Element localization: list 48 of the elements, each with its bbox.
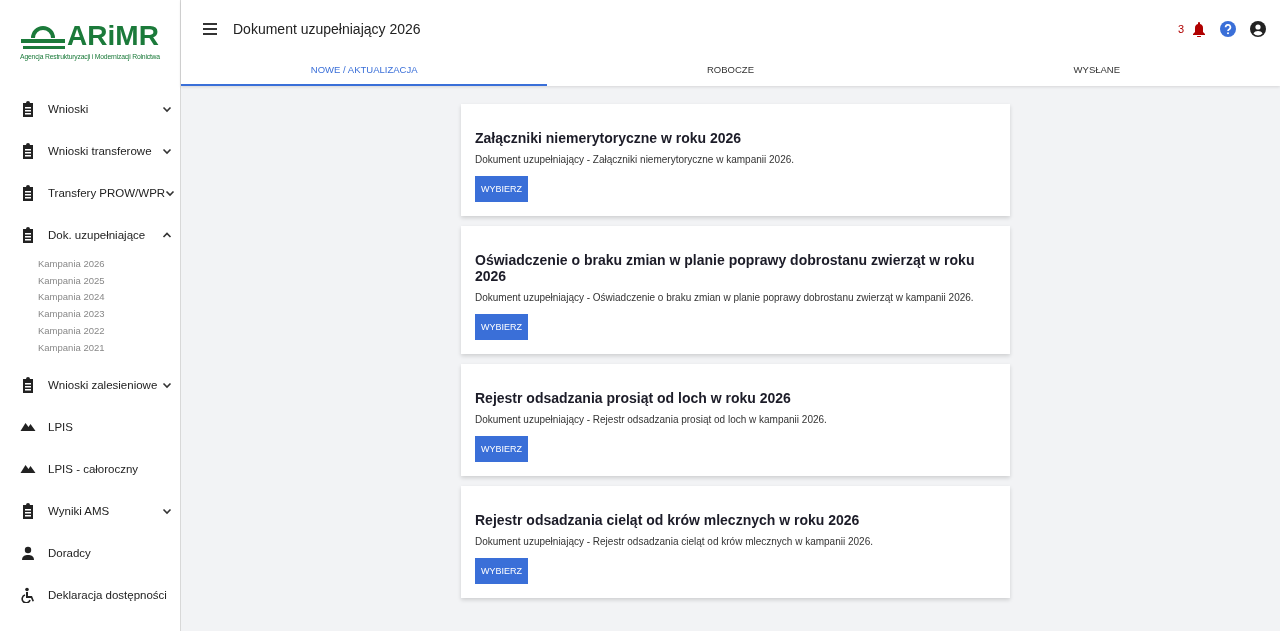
sidebar-item[interactable]: Wyniki AMS <box>0 490 180 533</box>
select-button[interactable]: WYBIERZ <box>475 314 528 340</box>
sidebar-item[interactable]: Wnioski transferowe <box>0 130 180 172</box>
sidebar-item[interactable]: Wnioski zalesieniowe <box>0 364 180 407</box>
notification-count: 3 <box>1177 23 1184 35</box>
select-button[interactable]: WYBIERZ <box>475 558 528 584</box>
mountain-icon <box>20 465 36 474</box>
clipboard-icon <box>20 227 36 243</box>
card-description: Dokument uzupełniający - Oświadczenie o braku zmian w planie poprawy dobrostanu zwierząt w kampanii 2026. <box>475 292 975 304</box>
account-icon[interactable] <box>1250 21 1266 37</box>
person-icon <box>20 545 36 562</box>
sidebar-subitem[interactable]: Kampania 2026 <box>38 256 180 273</box>
bell-icon[interactable] <box>1192 21 1206 37</box>
sidebar-item[interactable]: Wnioski <box>0 88 180 130</box>
wheelchair-icon <box>20 587 36 604</box>
clipboard-icon <box>20 185 36 201</box>
clipboard-icon <box>20 143 36 159</box>
card-title: Załączniki niemerytoryczne w roku 2026 <box>475 130 743 146</box>
sidebar-item[interactable]: LPIS <box>0 406 180 449</box>
sidebar-item[interactable]: Deklaracja dostępności <box>0 574 180 617</box>
card-description: Dokument uzupełniający - Rejestr odsadzania cieląt od krów mlecznych w kampanii 2026. <box>475 536 874 548</box>
clipboard-icon <box>20 503 36 520</box>
logo-text: ARiMR <box>67 22 159 50</box>
card-title: Rejestr odsadzania prosiąt od loch w roku 2026 <box>475 390 792 406</box>
clipboard-icon <box>20 101 36 117</box>
card-description: Dokument uzupełniający - Załączniki niemerytoryczne w kampanii 2026. <box>475 154 796 166</box>
sidebar-subitem[interactable]: Kampania 2021 <box>38 339 180 357</box>
sidebar-subitem[interactable]: Kampania 2024 <box>38 289 180 307</box>
select-button[interactable]: WYBIERZ <box>475 436 528 462</box>
sidebar-subitem[interactable]: Kampania 2022 <box>38 322 180 340</box>
menu-icon[interactable] <box>203 23 217 35</box>
tab[interactable]: WYSŁANE <box>913 58 1280 86</box>
tab[interactable]: NOWE / AKTUALIZACJA <box>181 58 548 86</box>
sidebar-item[interactable]: Dok. uzupełniające <box>0 214 180 256</box>
page-title: Dokument uzupełniający 2026 <box>233 21 421 37</box>
help-icon[interactable] <box>1220 21 1236 37</box>
sidebar-subitem[interactable]: Kampania 2025 <box>38 272 180 290</box>
card-description: Dokument uzupełniający - Rejestr odsadzania prosiąt od loch w kampanii 2026. <box>475 414 828 426</box>
mountain-icon <box>20 423 36 432</box>
card-title: Rejestr odsadzania cieląt od krów mlecznych w roku 2026 <box>475 512 861 528</box>
tab[interactable]: ROBOCZE <box>547 58 914 86</box>
sidebar-item[interactable]: Transfery PROW/WPR <box>0 172 180 214</box>
select-button[interactable]: WYBIERZ <box>475 176 528 202</box>
sidebar-subitem[interactable]: Kampania 2023 <box>38 306 180 323</box>
card-title: Oświadczenie o braku zmian w planie poprawy dobrostanu zwierząt w roku 2026 <box>475 252 976 284</box>
clipboard-icon <box>20 377 36 394</box>
sidebar-item[interactable]: Doradcy <box>0 532 180 575</box>
sidebar-item[interactable]: LPIS - całoroczny <box>0 448 180 491</box>
